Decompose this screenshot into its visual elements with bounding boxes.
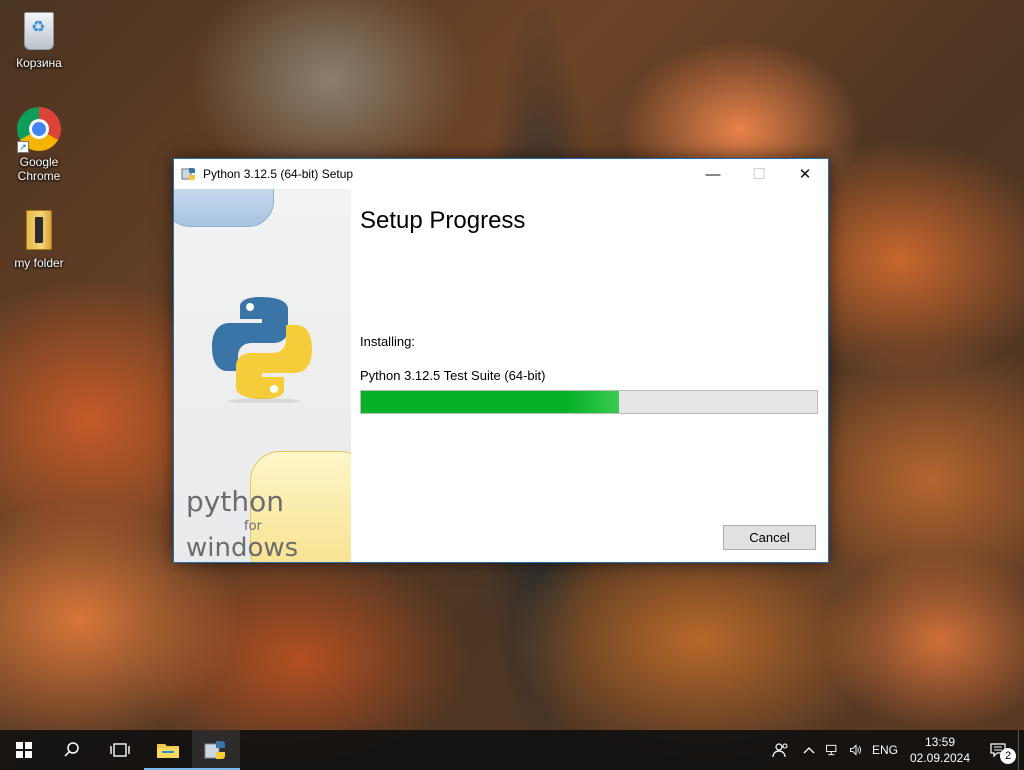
people-button[interactable] [764,730,798,770]
close-button[interactable]: ✕ [782,159,828,189]
show-desktop-button[interactable] [1018,730,1024,770]
action-center-button[interactable]: 2 [978,730,1018,770]
clock-date: 02.09.2024 [909,751,971,765]
python-setup-taskbar-button[interactable] [192,730,240,770]
search-button[interactable] [48,730,96,770]
system-tray: ENG 13:59 02.09.2024 2 [764,730,1024,770]
window-title: Python 3.12.5 (64-bit) Setup [203,167,354,181]
clock[interactable]: 13:59 02.09.2024 [902,730,978,770]
search-icon [64,742,79,757]
python-logo-icon [212,297,312,403]
start-button[interactable] [0,730,48,770]
status-label: Installing: [360,334,415,349]
desktop-icon-label: Корзина [16,56,62,70]
show-hidden-icons-button[interactable] [798,730,820,770]
recycle-bin-icon [17,8,61,52]
desktop-icon-my-folder[interactable]: my folder [2,208,76,270]
network-icon [826,744,837,756]
decorative-blue-shape [174,189,274,227]
chrome-icon: ↗ [17,107,61,153]
network-button[interactable] [820,730,844,770]
windows-logo-icon [16,742,32,758]
current-package-label: Python 3.12.5 Test Suite (64-bit) [360,368,546,383]
task-view-icon [110,743,130,757]
task-view-button[interactable] [96,730,144,770]
shortcut-arrow-icon: ↗ [17,141,29,153]
maximize-button: ☐ [752,166,766,183]
installer-sidebar-banner: python for windows [174,189,351,562]
cancel-button[interactable]: Cancel [723,525,816,550]
desktop-icon-google-chrome[interactable]: ↗ Google Chrome [2,107,76,183]
python-setup-window: Python 3.12.5 (64-bit) Setup — ☐ ✕ pytho… [173,158,829,563]
progress-bar-fill [361,391,619,413]
desktop-icon-label: my folder [14,256,64,270]
file-explorer-button[interactable] [144,730,192,770]
minimize-button[interactable]: — [690,159,736,189]
people-icon [772,743,788,758]
desktop-icon-recycle-bin[interactable]: Корзина [2,8,76,70]
clock-time: 13:59 [924,735,956,749]
desktop-icon-label: Google Chrome [17,155,61,183]
install-progress-bar [360,390,818,414]
folder-icon [17,208,61,252]
notification-count-badge: 2 [1000,748,1016,764]
title-bar[interactable]: Python 3.12.5 (64-bit) Setup — ☐ ✕ [174,159,828,189]
language-indicator[interactable]: ENG [868,730,902,770]
brand-text-for: for [244,519,262,534]
chevron-up-icon [803,747,815,754]
folder-icon [157,744,179,758]
page-title: Setup Progress [360,207,526,234]
python-installer-icon [204,741,225,759]
python-installer-icon [181,166,197,182]
volume-button[interactable] [844,730,868,770]
speaker-icon [850,744,862,756]
brand-text-windows: windows [186,533,299,562]
brand-text-python: python [186,485,284,518]
setup-content-pane: Setup Progress Installing: Python 3.12.5… [351,189,828,562]
taskbar: ENG 13:59 02.09.2024 2 [0,730,1024,770]
